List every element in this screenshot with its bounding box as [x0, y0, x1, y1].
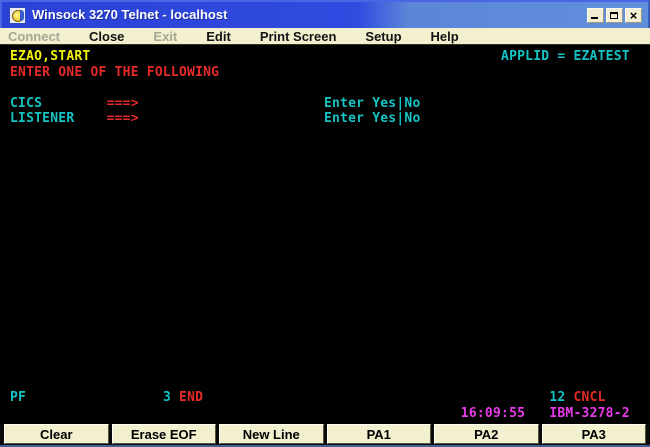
menu-item-help[interactable]: Help — [431, 29, 459, 44]
terminal-text-segment: APPLID = EZATEST — [501, 50, 630, 64]
terminal-text-segment: ===> — [107, 97, 139, 111]
menu-item-edit[interactable]: Edit — [206, 29, 231, 44]
pa1-button[interactable]: PA1 — [327, 424, 432, 444]
maximize-icon — [610, 12, 618, 19]
keypad-bar: ClearErase EOFNew LinePA1PA2PA3 — [0, 424, 650, 444]
terminal-text-segment: LISTENER — [10, 112, 74, 126]
menu-item-close[interactable]: Close — [89, 29, 124, 44]
terminal-text-segment: PF — [10, 391, 26, 405]
terminal-text-segment: 12 — [549, 391, 565, 405]
terminal-screen[interactable]: EZAO,START APPLID = EZATEST ENTER ONE OF T… — [0, 45, 650, 424]
terminal-text-segment: ===> — [107, 112, 139, 126]
window-title: Winsock 3270 Telnet - localhost — [32, 2, 227, 28]
terminal-text-segment: 16:09:55 — [461, 407, 525, 421]
terminal-text-segment: END — [179, 391, 203, 405]
app-window: Winsock 3270 Telnet - localhost × Connec… — [0, 0, 650, 447]
minimize-button[interactable] — [587, 8, 604, 23]
menu-bar: Connect Close Exit Edit Print Screen Setup Hel… — [0, 28, 650, 45]
minimize-icon — [591, 17, 598, 19]
terminal-text-segment: IBM-3278-2 — [549, 407, 629, 421]
terminal-text-segment: Enter Yes|No — [324, 112, 421, 126]
menu-item-exit: Exit — [153, 29, 177, 44]
clear-button[interactable]: Clear — [4, 424, 109, 444]
menu-item-setup[interactable]: Setup — [365, 29, 401, 44]
menu-item-connect: Connect — [8, 29, 60, 44]
terminal-text-segment: EZAO,START — [10, 50, 90, 64]
terminal-text-segment: ENTER ONE OF THE FOLLOWING — [10, 66, 219, 80]
pa2-button[interactable]: PA2 — [434, 424, 539, 444]
terminal-text-segment: CICS — [10, 97, 42, 111]
menu-item-print-screen[interactable]: Print Screen — [260, 29, 337, 44]
terminal-text-segment: Enter Yes|No — [324, 97, 421, 111]
terminal-text-segment: 3 — [163, 391, 171, 405]
maximize-button[interactable] — [606, 8, 623, 23]
window-controls: × — [585, 8, 642, 23]
app-icon — [9, 7, 26, 24]
new-line-button[interactable]: New Line — [219, 424, 324, 444]
globe-shadow — [20, 10, 24, 21]
close-button[interactable]: × — [625, 8, 642, 23]
close-icon: × — [626, 8, 641, 23]
erase-eof-button[interactable]: Erase EOF — [112, 424, 217, 444]
window-title-bar[interactable]: Winsock 3270 Telnet - localhost × — [0, 0, 650, 28]
terminal-text-segment: CNCL — [574, 391, 606, 405]
pa3-button[interactable]: PA3 — [542, 424, 647, 444]
